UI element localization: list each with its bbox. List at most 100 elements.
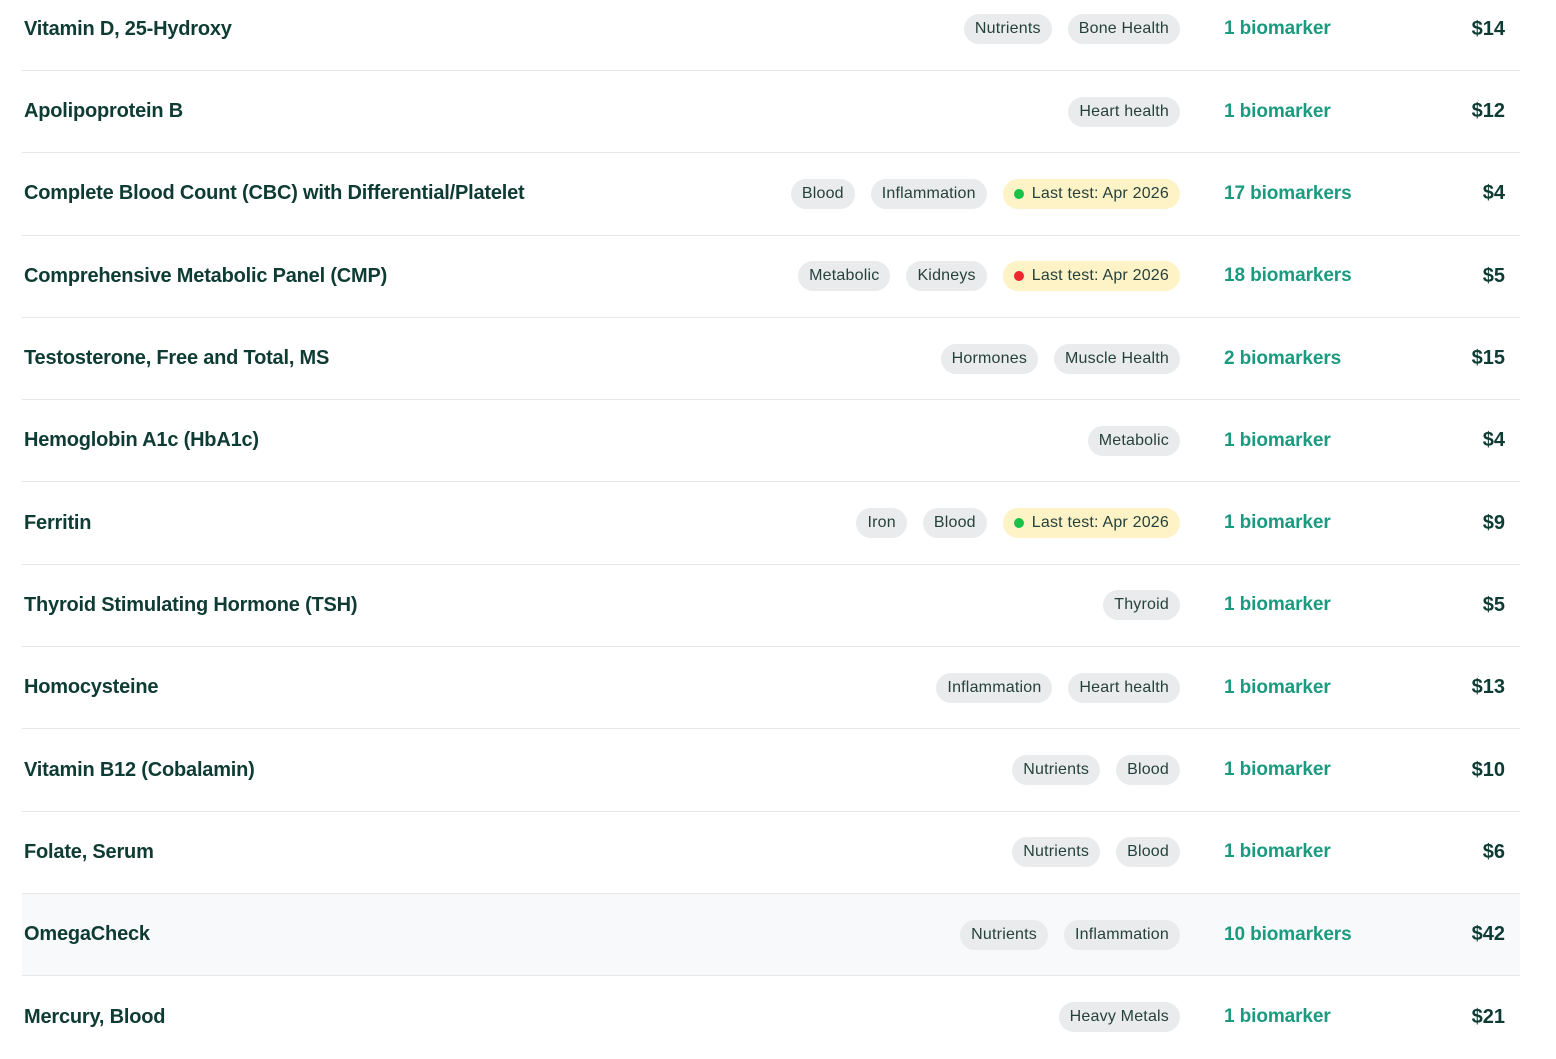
test-row[interactable]: Apolipoprotein B Heart health 1 biomarker $…	[22, 71, 1520, 154]
tag-group: Nutrients Blood	[1012, 837, 1180, 868]
test-price: $42	[1471, 923, 1505, 946]
test-price: $5	[1482, 264, 1505, 287]
biomarker-count-link[interactable]: 18 biomarkers	[1224, 265, 1420, 287]
tag-group: Heavy Metals	[1058, 1002, 1180, 1033]
test-row[interactable]: Hemoglobin A1c (HbA1c) Metabolic 1 biomark…	[22, 400, 1520, 483]
biomarker-count-link[interactable]: 1 biomarker	[1224, 677, 1420, 699]
test-row-meta: Iron Blood Last test: Apr 2026 1 biomarker $…	[856, 482, 1520, 563]
category-tag: Blood	[790, 178, 855, 209]
category-tag: Inflammation	[936, 672, 1053, 703]
category-tag: Thyroid	[1103, 590, 1180, 621]
last-test-badge: Last test: Apr 2026	[1002, 261, 1180, 292]
test-row-meta: Nutrients Blood 1 biomarker $6	[1012, 812, 1520, 893]
category-tag: Nutrients	[1012, 837, 1101, 868]
test-name: OmegaCheck	[24, 923, 150, 946]
biomarker-count-link[interactable]: 1 biomarker	[1224, 841, 1420, 863]
tag-group: Blood Inflammation Last test: Apr 2026	[790, 178, 1180, 209]
tag-group: Nutrients Bone Health	[963, 14, 1180, 44]
test-name: Homocysteine	[24, 676, 159, 699]
last-test-badge: Last test: Apr 2026	[1002, 508, 1180, 539]
category-tag: Hormones	[940, 343, 1039, 374]
test-name: Vitamin D, 25-Hydroxy	[24, 17, 232, 40]
test-name: Vitamin B12 (Cobalamin)	[24, 758, 255, 781]
test-row[interactable]: Vitamin B12 (Cobalamin) Nutrients Blood 1 b…	[22, 729, 1520, 812]
test-price: $4	[1482, 429, 1505, 452]
last-test-label: Last test: Apr 2026	[1031, 514, 1169, 532]
biomarker-count-link[interactable]: 1 biomarker	[1224, 1006, 1420, 1028]
test-row[interactable]: Testosterone, Free and Total, MS Hormones…	[22, 318, 1520, 401]
category-tag: Iron	[856, 508, 907, 539]
test-row[interactable]: Thyroid Stimulating Hormone (TSH) Thyroid…	[22, 565, 1520, 648]
test-name: Complete Blood Count (CBC) with Differen…	[24, 182, 525, 205]
category-tag: Metabolic	[798, 261, 891, 292]
category-tag: Bone Health	[1067, 14, 1180, 44]
category-tag: Muscle Health	[1054, 343, 1180, 374]
test-price: $13	[1471, 676, 1505, 699]
test-row-meta: Heavy Metals 1 biomarker $21	[1058, 976, 1520, 1058]
tag-group: Thyroid	[1103, 590, 1180, 621]
category-tag: Nutrients	[963, 14, 1052, 44]
tag-group: Inflammation Heart health	[936, 672, 1180, 703]
test-name: Comprehensive Metabolic Panel (CMP)	[24, 264, 388, 287]
test-row-meta: Nutrients Bone Health 1 biomarker $14	[963, 0, 1520, 70]
test-price: $14	[1471, 17, 1505, 40]
biomarker-count-link[interactable]: 1 biomarker	[1224, 759, 1420, 781]
tag-group: Iron Blood Last test: Apr 2026	[856, 508, 1180, 539]
test-row-meta: Heart health 1 biomarker $12	[1068, 71, 1520, 152]
category-tag: Blood	[922, 508, 987, 539]
test-price: $6	[1482, 840, 1505, 863]
tag-group: Nutrients Inflammation	[960, 919, 1180, 950]
test-row-meta: Metabolic Kidneys Last test: Apr 2026 18 bi…	[798, 236, 1520, 317]
tag-group: Metabolic Kidneys Last test: Apr 2026	[798, 261, 1180, 292]
test-row[interactable]: Comprehensive Metabolic Panel (CMP) Metab…	[22, 236, 1520, 318]
last-test-badge: Last test: Apr 2026	[1002, 178, 1180, 209]
test-row[interactable]: OmegaCheck Nutrients Inflammation 10 biomar…	[22, 893, 1520, 977]
tag-group: Hormones Muscle Health	[940, 343, 1180, 374]
test-list: Vitamin D, 25-Hydroxy Nutrients Bone Healt…	[22, 0, 1520, 1059]
biomarker-count-link[interactable]: 1 biomarker	[1224, 430, 1420, 452]
tag-group: Nutrients Blood	[1012, 755, 1180, 786]
category-tag: Blood	[1116, 755, 1180, 786]
tag-group: Metabolic	[1087, 425, 1180, 456]
test-price: $15	[1471, 347, 1505, 370]
biomarker-count-link[interactable]: 2 biomarkers	[1224, 348, 1420, 370]
test-name: Testosterone, Free and Total, MS	[24, 347, 330, 370]
test-row-meta: Metabolic 1 biomarker $4	[1087, 400, 1520, 481]
tag-group: Heart health	[1068, 96, 1180, 127]
test-row[interactable]: Homocysteine Inflammation Heart health 1 bi…	[22, 647, 1520, 730]
test-row-meta: Thyroid 1 biomarker $5	[1103, 565, 1520, 646]
test-name: Thyroid Stimulating Hormone (TSH)	[24, 593, 358, 616]
test-price: $12	[1471, 100, 1505, 123]
category-tag: Heart health	[1068, 672, 1180, 703]
test-price: $5	[1482, 593, 1505, 616]
test-price: $21	[1471, 1005, 1505, 1028]
test-name: Mercury, Blood	[24, 1005, 166, 1028]
test-row[interactable]: Mercury, Blood Heavy Metals 1 biomarker $21	[22, 976, 1520, 1058]
status-dot-red-icon	[1013, 271, 1024, 282]
test-row[interactable]: Complete Blood Count (CBC) with Differen…	[22, 153, 1520, 236]
test-price: $4	[1482, 182, 1505, 205]
test-row[interactable]: Ferritin Iron Blood Last test: Apr 2026 1 bi…	[22, 482, 1520, 565]
category-tag: Heavy Metals	[1058, 1002, 1180, 1033]
test-name: Ferritin	[24, 511, 92, 534]
category-tag: Nutrients	[1012, 755, 1101, 786]
test-row[interactable]: Vitamin D, 25-Hydroxy Nutrients Bone Healt…	[22, 0, 1520, 71]
status-dot-green-icon	[1013, 188, 1024, 199]
biomarker-count-link[interactable]: 10 biomarkers	[1224, 924, 1420, 946]
biomarker-count-link[interactable]: 1 biomarker	[1224, 512, 1420, 534]
category-tag: Metabolic	[1087, 425, 1180, 456]
category-tag: Heart health	[1068, 96, 1180, 127]
last-test-label: Last test: Apr 2026	[1031, 267, 1169, 285]
biomarker-count-link[interactable]: 17 biomarkers	[1224, 183, 1420, 205]
test-row-meta: Hormones Muscle Health 2 biomarkers $15	[940, 318, 1520, 399]
biomarker-count-link[interactable]: 1 biomarker	[1224, 101, 1420, 123]
category-tag: Blood	[1116, 837, 1180, 868]
test-row-meta: Inflammation Heart health 1 biomarker $13	[936, 647, 1520, 728]
biomarker-count-link[interactable]: 1 biomarker	[1224, 18, 1420, 40]
test-name: Hemoglobin A1c (HbA1c)	[24, 429, 259, 452]
test-price: $10	[1471, 758, 1505, 781]
test-row[interactable]: Folate, Serum Nutrients Blood 1 biomarker $6	[22, 812, 1520, 894]
test-price: $9	[1482, 511, 1505, 534]
category-tag: Inflammation	[1064, 919, 1180, 950]
biomarker-count-link[interactable]: 1 biomarker	[1224, 594, 1420, 616]
